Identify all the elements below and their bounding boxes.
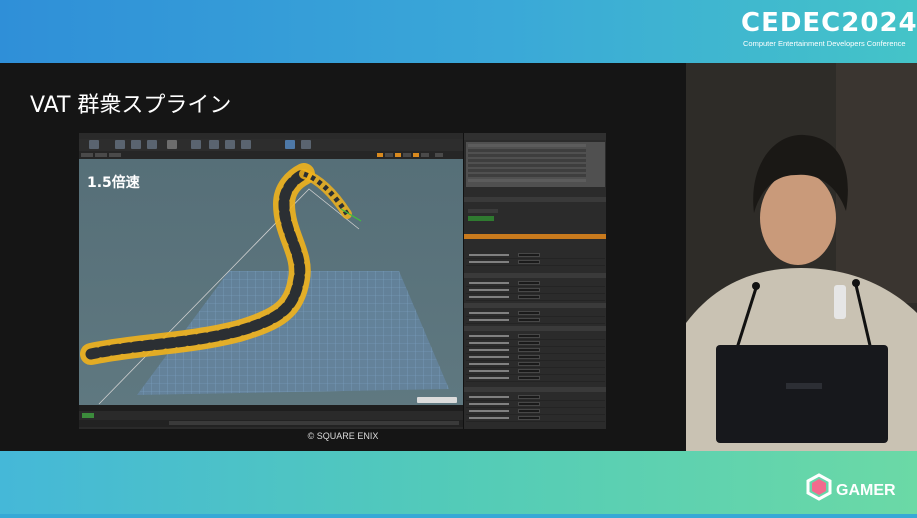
translate-snap-icon[interactable] [377, 153, 383, 157]
settings-icon[interactable] [225, 140, 235, 149]
cedec-logo: CEDEC2024 Computer Entertainment Develop… [741, 8, 917, 54]
details-section-header[interactable] [464, 387, 606, 392]
content-browser-filter-row [79, 420, 463, 427]
details-property-row[interactable] [466, 334, 605, 340]
presenter-photo [686, 63, 917, 451]
details-property-row[interactable] [466, 295, 605, 301]
world-outliner[interactable] [466, 142, 605, 187]
save-icon[interactable] [89, 140, 99, 149]
crowd-spline-scene [80, 163, 449, 405]
clicker-device [834, 285, 846, 319]
speed-label: 1.5倍速 [87, 175, 140, 191]
details-property-row[interactable] [466, 318, 605, 324]
marketplace-icon[interactable] [241, 140, 251, 149]
logo-tagline: Computer Entertainment Developers Confer… [743, 39, 906, 48]
details-property-row[interactable] [466, 409, 605, 415]
outliner-row[interactable] [468, 144, 586, 147]
build-icon[interactable] [191, 140, 201, 149]
details-property-row[interactable] [466, 369, 605, 375]
scale-snap-icon[interactable] [395, 153, 401, 157]
slide-title: VAT 群衆スプライン [30, 93, 232, 118]
outliner-header [464, 133, 606, 140]
maximize-icon[interactable] [435, 153, 443, 157]
camera-speed-button[interactable] [421, 153, 429, 157]
content-browser-tabs[interactable] [79, 405, 463, 411]
select-mode-icon[interactable] [115, 140, 125, 149]
details-search-input[interactable] [468, 209, 498, 213]
details-property-row[interactable] [466, 288, 605, 294]
outliner-row[interactable] [468, 179, 586, 182]
play-icon[interactable] [285, 140, 295, 149]
content-icon[interactable] [131, 140, 141, 149]
content-browser-toolbar [79, 412, 463, 419]
cinematics-icon[interactable] [167, 140, 177, 149]
details-property-row[interactable] [466, 355, 605, 361]
details-property-row[interactable] [466, 416, 605, 422]
perspective-button[interactable] [95, 153, 107, 157]
laptop [716, 345, 888, 443]
angle-snap-icon[interactable] [413, 153, 419, 157]
viewport-info-chip [417, 397, 457, 403]
content-browser [79, 405, 463, 429]
launch-icon[interactable] [301, 140, 311, 149]
gamer-logo-text: GAMER [836, 482, 896, 499]
logo-wordmark: CEDEC2024 [741, 8, 917, 38]
details-property-row[interactable] [466, 311, 605, 317]
details-section-header[interactable] [464, 273, 606, 278]
unreal-editor-window: 1.5倍速 [79, 133, 606, 429]
presenter-video [686, 63, 917, 451]
add-button[interactable] [82, 413, 94, 418]
details-section-header[interactable] [464, 326, 606, 331]
details-panel [464, 197, 606, 429]
blueprint-icon[interactable] [147, 140, 157, 149]
details-property-row[interactable] [466, 402, 605, 408]
copyright-notice: © SQUARE ENIX [307, 431, 379, 441]
details-section-header[interactable] [464, 303, 606, 308]
details-header [464, 197, 606, 202]
details-property-row[interactable] [466, 376, 605, 382]
outliner-row[interactable] [468, 169, 586, 172]
outliner-row[interactable] [468, 154, 586, 157]
lit-button[interactable] [109, 153, 121, 157]
content-search-input[interactable] [169, 421, 459, 425]
bottom-banner: GAMER [0, 451, 917, 514]
outliner-row[interactable] [468, 174, 586, 177]
level-viewport[interactable]: 1.5倍速 [79, 159, 463, 405]
viewport-toolbar [79, 151, 463, 159]
details-property-row[interactable] [466, 253, 605, 259]
details-property-row[interactable] [466, 395, 605, 401]
viewport-options-button[interactable] [81, 153, 93, 157]
selected-component-row[interactable] [464, 234, 606, 239]
details-property-row[interactable] [466, 341, 605, 347]
outliner-row[interactable] [468, 164, 586, 167]
details-property-row[interactable] [466, 281, 605, 287]
grid-size-button[interactable] [403, 153, 411, 157]
details-property-row[interactable] [466, 362, 605, 368]
rotate-snap-icon[interactable] [385, 153, 393, 157]
details-property-row[interactable] [466, 260, 605, 266]
gamer-watermark: GAMER [806, 473, 896, 501]
presenter-face [760, 171, 836, 265]
outliner-row[interactable] [468, 149, 586, 152]
outliner-row[interactable] [468, 159, 586, 162]
presentation-slide: VAT 群衆スプライン 1.5倍速 © SQUARE ENIX [0, 63, 686, 451]
compile-icon[interactable] [209, 140, 219, 149]
add-component-button[interactable] [468, 216, 494, 221]
right-panels [463, 133, 606, 429]
details-property-row[interactable] [466, 348, 605, 354]
